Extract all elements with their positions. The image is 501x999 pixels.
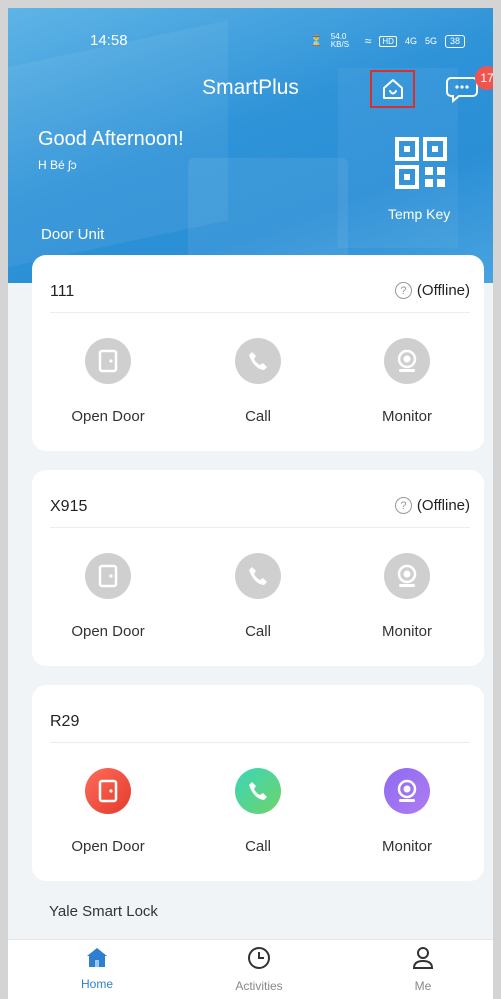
app-title: SmartPlus [202, 76, 299, 99]
camera-icon [384, 338, 430, 384]
monitor-label: Monitor [381, 408, 433, 425]
call-button[interactable]: Call [203, 553, 313, 640]
device-status[interactable]: ? (Offline) [394, 282, 470, 299]
monitor-button[interactable]: Monitor [352, 553, 462, 640]
monitor-label: Monitor [381, 623, 433, 640]
home-settings-button[interactable] [370, 70, 415, 108]
clock-icon [248, 947, 270, 969]
nav-home-label: Home [80, 977, 113, 991]
device-name: R29 [50, 713, 80, 730]
nav-me[interactable]: Me [378, 946, 468, 993]
phone-icon [235, 338, 281, 384]
qr-code-icon[interactable] [393, 135, 449, 191]
camera-icon [384, 553, 430, 599]
yale-lock-section-label: Yale Smart Lock [49, 903, 158, 920]
header-banner: 14:58 ⏳ 54.0 KB/S ≈ HD 4G 5G 38 SmartPlu… [8, 8, 493, 283]
call-label: Call [245, 408, 271, 425]
divider [50, 312, 470, 313]
message-count-badge: 17 [475, 66, 493, 90]
monitor-label: Monitor [381, 838, 433, 855]
door-icon [85, 768, 131, 814]
temp-key-label[interactable]: Temp Key [388, 206, 450, 222]
app-screen: 14:58 ⏳ 54.0 KB/S ≈ HD 4G 5G 38 SmartPlu… [8, 8, 493, 999]
open-door-button[interactable]: Open Door [53, 553, 163, 640]
open-door-button[interactable]: Open Door [53, 768, 163, 855]
device-card: 111 ? (Offline) Open Door Call Monitor [32, 255, 484, 451]
call-button[interactable]: Call [203, 338, 313, 425]
door-icon [85, 338, 131, 384]
signal-1: 4G [404, 36, 417, 46]
status-bar: 14:58 ⏳ 54.0 KB/S ≈ HD 4G 5G 38 [8, 8, 493, 56]
battery-icon: 38 [444, 34, 465, 48]
device-status[interactable]: ? (Offline) [394, 497, 470, 514]
open-door-label: Open Door [71, 838, 145, 855]
device-status-text: (Offline) [416, 497, 470, 514]
phone-icon [235, 768, 281, 814]
open-door-button[interactable]: Open Door [53, 338, 163, 425]
wifi-icon: ≈ [364, 34, 372, 48]
device-name: 111 [50, 283, 75, 300]
nav-home[interactable]: Home [52, 946, 142, 991]
device-name: X915 [50, 498, 88, 515]
open-door-label: Open Door [71, 408, 145, 425]
bottom-nav: Home Activities Me [8, 939, 493, 999]
device-card: X915 ? (Offline) Open Door Call Monitor [32, 470, 484, 666]
call-label: Call [245, 838, 271, 855]
house-icon [382, 79, 403, 99]
alarm-icon: ⏳ [310, 35, 323, 47]
nav-activities-label: Activities [235, 979, 283, 993]
signal-2: 5G [424, 36, 437, 46]
camera-icon [384, 768, 430, 814]
device-card: R29 Open Door Call Monitor [32, 685, 484, 881]
monitor-button[interactable]: Monitor [352, 768, 462, 855]
divider [50, 527, 470, 528]
greeting-text: Good Afternoon! [38, 128, 184, 150]
door-unit-section-label: Door Unit [41, 226, 105, 243]
device-status-text: (Offline) [416, 282, 470, 299]
status-time: 14:58 [90, 32, 128, 49]
person-icon [412, 947, 434, 969]
phone-icon [235, 553, 281, 599]
nav-me-label: Me [414, 979, 432, 993]
net-speed: 54.0 KB/S [330, 32, 350, 49]
user-name: H Bé ʃɔ [38, 158, 77, 172]
open-door-label: Open Door [71, 623, 145, 640]
call-label: Call [245, 623, 271, 640]
help-icon[interactable]: ? [394, 282, 412, 299]
help-icon[interactable]: ? [394, 497, 412, 514]
monitor-button[interactable]: Monitor [352, 338, 462, 425]
divider [50, 742, 470, 743]
hd-icon: HD [379, 35, 397, 47]
nav-activities[interactable]: Activities [214, 946, 304, 993]
call-button[interactable]: Call [203, 768, 313, 855]
status-icons: ⏳ 54.0 KB/S ≈ HD 4G 5G 38 [310, 33, 465, 49]
door-icon [85, 553, 131, 599]
home-icon [87, 948, 107, 967]
